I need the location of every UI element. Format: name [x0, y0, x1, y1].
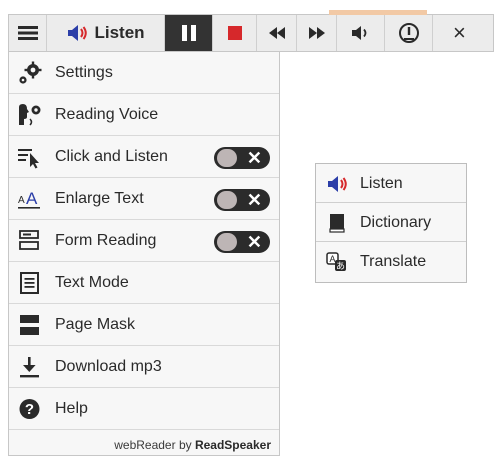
- menu-item-label: Enlarge Text: [55, 190, 144, 207]
- toggle-knob: [217, 191, 237, 209]
- speaker-icon: [68, 25, 88, 41]
- voice-settings-icon: [17, 103, 43, 127]
- menu-item-label: Download mp3: [55, 358, 162, 375]
- menu-item-label: Form Reading: [55, 232, 157, 249]
- menu-item-page-mask[interactable]: Page Mask: [9, 304, 279, 346]
- enlarge-text-toggle[interactable]: ✕: [214, 189, 270, 211]
- rewind-button[interactable]: [257, 15, 297, 51]
- volume-icon: [351, 26, 366, 40]
- menu-item-label: Text Mode: [55, 274, 129, 291]
- hamburger-icon: [17, 26, 38, 40]
- form-reading-icon: [17, 229, 43, 253]
- volume-button[interactable]: [337, 15, 385, 51]
- toggle-off-icon: ✕: [246, 190, 262, 210]
- menu-button[interactable]: [9, 15, 47, 51]
- menu-item-label: Reading Voice: [55, 106, 159, 123]
- menu-item-click-and-listen[interactable]: Click and Listen ✕: [9, 136, 279, 178]
- close-icon: ×: [453, 20, 466, 45]
- menu-item-reading-voice[interactable]: Reading Voice: [9, 94, 279, 136]
- menu-item-text-mode[interactable]: Text Mode: [9, 262, 279, 304]
- popup-item-label: Translate: [360, 253, 427, 270]
- menu-item-download-mp3[interactable]: Download mp3: [9, 346, 279, 388]
- rewind-icon: [268, 27, 285, 39]
- popup-item-translate[interactable]: A あ Translate: [316, 242, 466, 281]
- popup-item-label: Listen: [360, 175, 403, 192]
- toggle-knob: [217, 149, 237, 167]
- pause-icon: [181, 25, 196, 41]
- translate-icon: A あ: [326, 252, 348, 272]
- settings-menu: Settings Reading Voice Click and Listen: [8, 52, 280, 456]
- help-icon: ?: [17, 397, 43, 421]
- menu-item-enlarge-text[interactable]: A A Enlarge Text ✕: [9, 178, 279, 220]
- gears-icon: [17, 61, 43, 85]
- svg-text:A: A: [329, 254, 335, 264]
- menu-item-label: Click and Listen: [55, 148, 168, 165]
- text-mode-icon: [17, 271, 43, 295]
- listen-label: Listen: [94, 23, 145, 42]
- menu-item-label: Settings: [55, 64, 113, 81]
- click-and-listen-toggle[interactable]: ✕: [214, 147, 270, 169]
- speedometer-icon: [398, 23, 419, 43]
- webreader-toolbar: Listen ×: [8, 10, 494, 52]
- menu-item-form-reading[interactable]: Form Reading ✕: [9, 220, 279, 262]
- speaker-icon: [326, 174, 348, 194]
- stop-icon: [227, 26, 242, 40]
- popup-item-listen[interactable]: Listen: [316, 164, 466, 203]
- close-button[interactable]: ×: [433, 15, 494, 51]
- enlarge-text-icon: A A: [17, 187, 43, 211]
- footer-prefix: webReader by: [114, 438, 195, 452]
- fast-forward-button[interactable]: [297, 15, 337, 51]
- book-icon: [326, 213, 348, 233]
- toggle-knob: [217, 233, 237, 251]
- selection-popup: Listen Dictionary A あ Translate: [315, 163, 467, 283]
- fast-forward-icon: [308, 27, 325, 39]
- popup-item-dictionary[interactable]: Dictionary: [316, 203, 466, 242]
- footer-brand-link[interactable]: ReadSpeaker: [195, 438, 271, 452]
- pause-button[interactable]: [165, 15, 213, 51]
- popup-item-label: Dictionary: [360, 214, 432, 231]
- menu-item-label: Help: [55, 400, 88, 417]
- toggle-off-icon: ✕: [246, 148, 262, 168]
- svg-text:?: ?: [25, 401, 34, 418]
- menu-footer: webReader by ReadSpeaker: [9, 435, 279, 455]
- toggle-off-icon: ✕: [246, 232, 262, 252]
- form-reading-toggle[interactable]: ✕: [214, 231, 270, 253]
- menu-item-label: Page Mask: [55, 316, 136, 333]
- svg-text:あ: あ: [336, 261, 345, 271]
- svg-text:A: A: [26, 189, 38, 208]
- svg-text:A: A: [18, 195, 25, 206]
- download-icon: [17, 355, 43, 379]
- page-mask-icon: [17, 313, 43, 337]
- click-listen-icon: [17, 145, 43, 169]
- listen-button[interactable]: Listen: [47, 15, 165, 51]
- stop-button[interactable]: [213, 15, 257, 51]
- menu-item-settings[interactable]: Settings: [9, 52, 279, 94]
- menu-item-help[interactable]: ? Help: [9, 388, 279, 430]
- speed-button[interactable]: [385, 15, 433, 51]
